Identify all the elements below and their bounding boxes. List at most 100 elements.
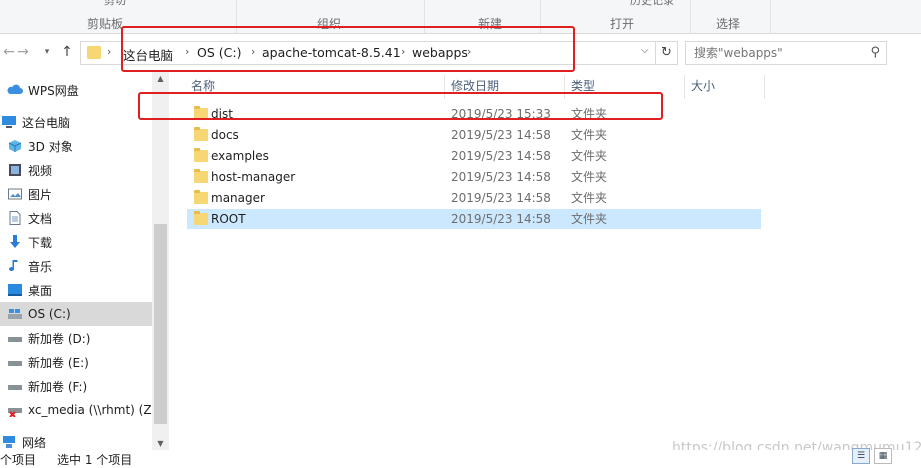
file-date: 2019/5/23 14:58 [451, 128, 551, 142]
file-date: 2019/5/23 14:58 [451, 191, 551, 205]
status-bar: 个项目 选中 1 个项目 [0, 450, 921, 468]
file-type: 文件夹 [571, 170, 608, 184]
cube-icon [8, 140, 22, 152]
file-type: 文件夹 [571, 149, 608, 163]
search-box[interactable]: ⚲ [685, 41, 887, 65]
large-icons-view-icon: ▦ [878, 451, 888, 461]
table-row[interactable]: docs 2019/5/23 14:58 文件夹 [187, 125, 761, 145]
sidebar-scrollbar[interactable]: ▲ ▼ [152, 72, 169, 454]
file-name: host-manager [211, 170, 296, 184]
arrow-up-icon[interactable]: ↑ [58, 43, 76, 61]
sidebar-item-z-network-drive[interactable]: xc_media (\\rhmt) (Z:) [0, 398, 160, 422]
ribbon-history-label[interactable]: 历史记录 [630, 0, 674, 8]
scroll-down-icon[interactable]: ▼ [152, 439, 169, 448]
file-type: 文件夹 [571, 191, 608, 205]
file-type: 文件夹 [571, 128, 608, 142]
folder-icon [194, 169, 208, 183]
search-icon[interactable]: ⚲ [870, 45, 880, 60]
table-row[interactable]: examples 2019/5/23 14:58 文件夹 [187, 146, 761, 166]
sidebar-item-c-drive[interactable]: OS (C:) [0, 302, 152, 326]
file-date: 2019/5/23 14:58 [451, 212, 551, 226]
sidebar-item-wps-cloud[interactable]: WPS网盘 [0, 78, 152, 102]
sidebar-item-pictures[interactable]: 图片 [0, 182, 152, 206]
video-icon [9, 164, 21, 176]
sidebar-item-this-pc[interactable]: 这台电脑 [0, 110, 146, 134]
ribbon-cut-label[interactable]: 剪切 [104, 0, 126, 8]
drive-icon [8, 309, 22, 319]
desktop-icon [8, 284, 22, 296]
sidebar-item-desktop[interactable]: 桌面 [0, 278, 152, 302]
sidebar-item-label: 下载 [28, 235, 53, 250]
arrow-right-icon[interactable]: → [14, 43, 32, 61]
network-icon [3, 436, 15, 448]
chevron-right-icon[interactable]: › [107, 45, 111, 58]
address-dropdown-icon[interactable]: ⌵ [641, 45, 649, 56]
sidebar-item-3d-objects[interactable]: 3D 对象 [0, 134, 152, 158]
file-name: manager [211, 191, 265, 205]
column-header-size[interactable]: 大小 [691, 75, 715, 97]
sidebar-item-f-drive[interactable]: 新加卷 (F:) [0, 374, 152, 398]
sidebar-item-label: OS (C:) [28, 307, 71, 321]
file-type: 文件夹 [571, 212, 608, 226]
scrollbar-thumb[interactable] [154, 224, 167, 424]
chevron-down-icon[interactable]: ▾ [38, 43, 56, 61]
search-input[interactable] [686, 42, 861, 64]
sidebar-item-label: 图片 [28, 187, 53, 202]
status-item-count: 个项目 [0, 453, 37, 467]
ribbon-group-open: 打开 [610, 17, 635, 31]
computer-icon [2, 116, 16, 128]
sidebar-item-label: 新加卷 (D:) [28, 331, 91, 346]
details-view-button[interactable]: ☰ [852, 448, 870, 464]
column-divider[interactable] [764, 75, 765, 99]
folder-icon [194, 127, 208, 141]
sidebar-item-label: 桌面 [28, 283, 53, 298]
status-selected-count: 选中 1 个项目 [57, 453, 133, 467]
sidebar-item-label: 这台电脑 [22, 115, 71, 130]
download-icon [10, 235, 20, 248]
ribbon-divider [770, 0, 771, 33]
file-date: 2019/5/23 14:58 [451, 170, 551, 184]
file-name: examples [211, 149, 269, 163]
sidebar-item-videos[interactable]: 视频 [0, 158, 152, 182]
folder-icon [194, 148, 208, 162]
picture-icon [8, 188, 22, 200]
ribbon-group-select: 选择 [716, 17, 741, 31]
drive-icon [8, 361, 22, 366]
scroll-up-icon[interactable]: ▲ [152, 74, 169, 83]
folder-icon [87, 46, 101, 59]
document-icon [9, 211, 21, 225]
sidebar-item-label: xc_media (\\rhmt) (Z:) [28, 403, 161, 417]
ribbon-group-clipboard: 剪贴板 [87, 17, 124, 31]
table-row-selected[interactable]: ROOT 2019/5/23 14:58 文件夹 [187, 209, 761, 229]
annotation-box-address [121, 26, 575, 72]
sidebar-item-label: 文档 [28, 211, 53, 226]
sidebar-item-downloads[interactable]: 下载 [0, 230, 152, 254]
details-view-icon: ☰ [856, 451, 866, 461]
sidebar-item-e-drive[interactable]: 新加卷 (E:) [0, 350, 152, 374]
ribbon-divider [690, 0, 691, 33]
sidebar-item-label: WPS网盘 [28, 83, 79, 98]
large-icons-view-button[interactable]: ▦ [874, 448, 892, 464]
annotation-box-dist [138, 92, 663, 120]
drive-icon [8, 337, 22, 342]
cloud-icon [7, 84, 23, 94]
folder-icon [194, 190, 208, 204]
sidebar-item-label: 3D 对象 [28, 139, 73, 154]
sidebar-item-label: 网络 [22, 435, 47, 450]
folder-icon [194, 211, 208, 225]
sidebar-item-d-drive[interactable]: 新加卷 (D:) [0, 326, 152, 350]
column-divider[interactable] [684, 75, 685, 99]
network-drive-icon [8, 408, 22, 417]
navigation-pane: WPS网盘 这台电脑 3D 对象 视频 图片 文档 下载 音乐 桌面 OS (C… [0, 72, 160, 454]
file-name: ROOT [211, 212, 246, 226]
table-row[interactable]: host-manager 2019/5/23 14:58 文件夹 [187, 167, 761, 187]
sidebar-item-music[interactable]: 音乐 [0, 254, 152, 278]
file-date: 2019/5/23 14:58 [451, 149, 551, 163]
sidebar-item-label: 音乐 [28, 259, 53, 274]
sidebar-item-documents[interactable]: 文档 [0, 206, 152, 230]
sidebar-item-label: 视频 [28, 163, 53, 178]
file-name: docs [211, 128, 239, 142]
music-icon [9, 260, 18, 272]
table-row[interactable]: manager 2019/5/23 14:58 文件夹 [187, 188, 761, 208]
refresh-button[interactable]: ↻ [656, 41, 678, 65]
